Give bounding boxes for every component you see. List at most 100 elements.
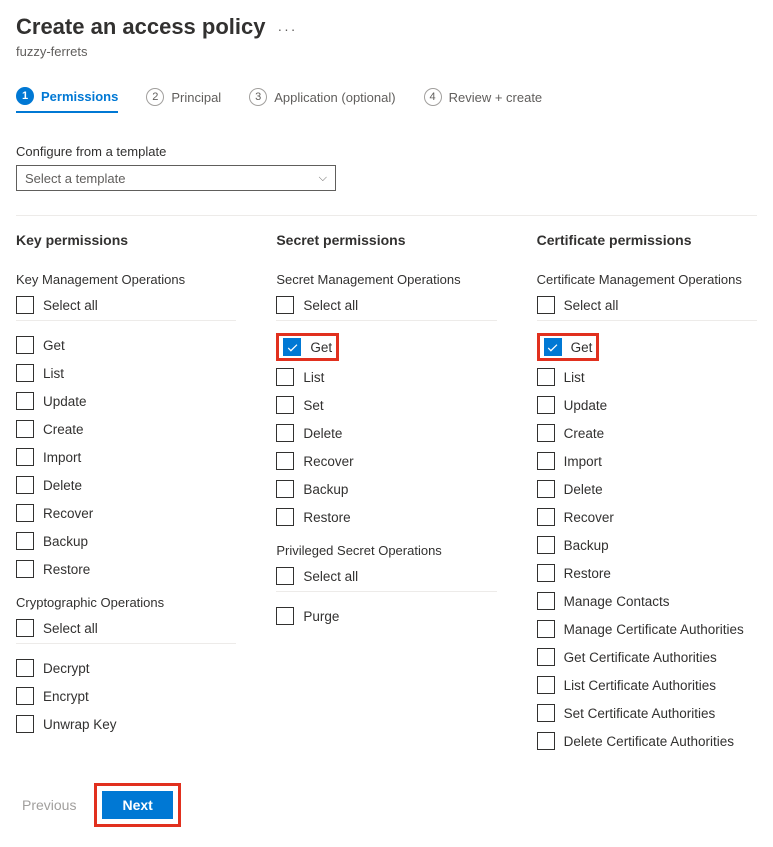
checkbox[interactable]: [16, 336, 34, 354]
permission-row[interactable]: Recover: [16, 499, 236, 527]
permission-row[interactable]: Decrypt: [16, 654, 236, 682]
checkbox[interactable]: [16, 659, 34, 677]
checkbox[interactable]: [283, 338, 301, 356]
checkbox[interactable]: [276, 508, 294, 526]
permission-row[interactable]: Import: [16, 443, 236, 471]
checkbox[interactable]: [537, 536, 555, 554]
select-all-row[interactable]: Select all: [276, 564, 496, 592]
permission-row[interactable]: Manage Certificate Authorities: [537, 615, 757, 643]
permission-row[interactable]: Encrypt: [16, 682, 236, 710]
checkbox-label: Delete: [303, 426, 342, 441]
permission-row[interactable]: Recover: [276, 447, 496, 475]
checkbox[interactable]: [16, 504, 34, 522]
checkbox[interactable]: [537, 368, 555, 386]
permission-row[interactable]: Delete: [537, 475, 757, 503]
checkbox[interactable]: [544, 338, 562, 356]
checkbox[interactable]: [16, 687, 34, 705]
permission-row[interactable]: Manage Contacts: [537, 587, 757, 615]
next-button[interactable]: Next: [102, 791, 172, 819]
permission-row[interactable]: Recover: [537, 503, 757, 531]
permission-row[interactable]: Restore: [276, 503, 496, 531]
select-all-row[interactable]: Select all: [276, 293, 496, 321]
permission-row[interactable]: Create: [16, 415, 236, 443]
permission-row[interactable]: Import: [537, 447, 757, 475]
permission-row[interactable]: Restore: [16, 555, 236, 583]
checkbox[interactable]: [16, 560, 34, 578]
checkbox[interactable]: [537, 704, 555, 722]
checkbox[interactable]: [16, 619, 34, 637]
permission-row[interactable]: Update: [537, 391, 757, 419]
checkbox[interactable]: [276, 607, 294, 625]
permission-row[interactable]: List Certificate Authorities: [537, 671, 757, 699]
permission-row[interactable]: Set Certificate Authorities: [537, 699, 757, 727]
permission-row[interactable]: List: [276, 363, 496, 391]
checkbox-label: List: [303, 370, 324, 385]
permission-row[interactable]: Restore: [537, 559, 757, 587]
permission-row[interactable]: Backup: [276, 475, 496, 503]
checkbox[interactable]: [276, 424, 294, 442]
checkbox[interactable]: [276, 396, 294, 414]
page-subtitle: fuzzy-ferrets: [16, 44, 757, 59]
tab-number: 4: [424, 88, 442, 106]
permission-row[interactable]: Delete: [16, 471, 236, 499]
checkbox-label: Backup: [303, 482, 348, 497]
page-title: Create an access policy: [16, 14, 265, 40]
tab-permissions[interactable]: 1Permissions: [16, 87, 118, 113]
permission-row[interactable]: List: [16, 359, 236, 387]
permission-row[interactable]: Purge: [276, 602, 496, 630]
permission-row[interactable]: Set: [276, 391, 496, 419]
template-select[interactable]: Select a template ⌵: [16, 165, 336, 191]
checkbox-label: List Certificate Authorities: [564, 678, 716, 693]
select-all-row[interactable]: Select all: [16, 616, 236, 644]
checkbox[interactable]: [16, 448, 34, 466]
permission-row[interactable]: Create: [537, 419, 757, 447]
checkbox[interactable]: [276, 567, 294, 585]
more-icon[interactable]: ···: [277, 17, 297, 37]
checkbox-label: Select all: [43, 298, 98, 313]
template-label: Configure from a template: [16, 144, 757, 159]
checkbox[interactable]: [276, 452, 294, 470]
select-all-row[interactable]: Select all: [16, 293, 236, 321]
permission-row[interactable]: Get: [537, 333, 600, 361]
checkbox[interactable]: [537, 620, 555, 638]
checkbox[interactable]: [16, 364, 34, 382]
checkbox-label: Create: [43, 422, 84, 437]
tab-application-optional-[interactable]: 3Application (optional): [249, 87, 395, 113]
checkbox[interactable]: [537, 592, 555, 610]
permission-row[interactable]: Update: [16, 387, 236, 415]
checkbox[interactable]: [537, 648, 555, 666]
permission-row[interactable]: Backup: [537, 531, 757, 559]
checkbox[interactable]: [276, 480, 294, 498]
checkbox[interactable]: [537, 732, 555, 750]
checkbox[interactable]: [16, 715, 34, 733]
select-all-row[interactable]: Select all: [537, 293, 757, 321]
permission-row[interactable]: Backup: [16, 527, 236, 555]
checkbox[interactable]: [16, 420, 34, 438]
checkbox[interactable]: [537, 424, 555, 442]
checkbox[interactable]: [537, 564, 555, 582]
permission-row[interactable]: Unwrap Key: [16, 710, 236, 738]
tab-principal[interactable]: 2Principal: [146, 87, 221, 113]
checkbox[interactable]: [16, 532, 34, 550]
tab-review-create[interactable]: 4Review + create: [424, 87, 543, 113]
checkbox[interactable]: [537, 508, 555, 526]
checkbox[interactable]: [537, 480, 555, 498]
permission-row[interactable]: Get: [16, 331, 236, 359]
permission-row[interactable]: List: [537, 363, 757, 391]
checkbox[interactable]: [16, 392, 34, 410]
permission-row[interactable]: Get Certificate Authorities: [537, 643, 757, 671]
checkbox[interactable]: [537, 452, 555, 470]
checkbox[interactable]: [537, 296, 555, 314]
permission-row[interactable]: Get: [276, 333, 339, 361]
checkbox-label: Update: [564, 398, 608, 413]
checkbox[interactable]: [537, 396, 555, 414]
checkbox[interactable]: [16, 476, 34, 494]
checkbox[interactable]: [276, 368, 294, 386]
checkbox-label: List: [564, 370, 585, 385]
checkbox[interactable]: [16, 296, 34, 314]
permission-row[interactable]: Delete Certificate Authorities: [537, 727, 757, 755]
permission-row[interactable]: Delete: [276, 419, 496, 447]
checkbox-label: Recover: [564, 510, 614, 525]
checkbox[interactable]: [276, 296, 294, 314]
checkbox[interactable]: [537, 676, 555, 694]
